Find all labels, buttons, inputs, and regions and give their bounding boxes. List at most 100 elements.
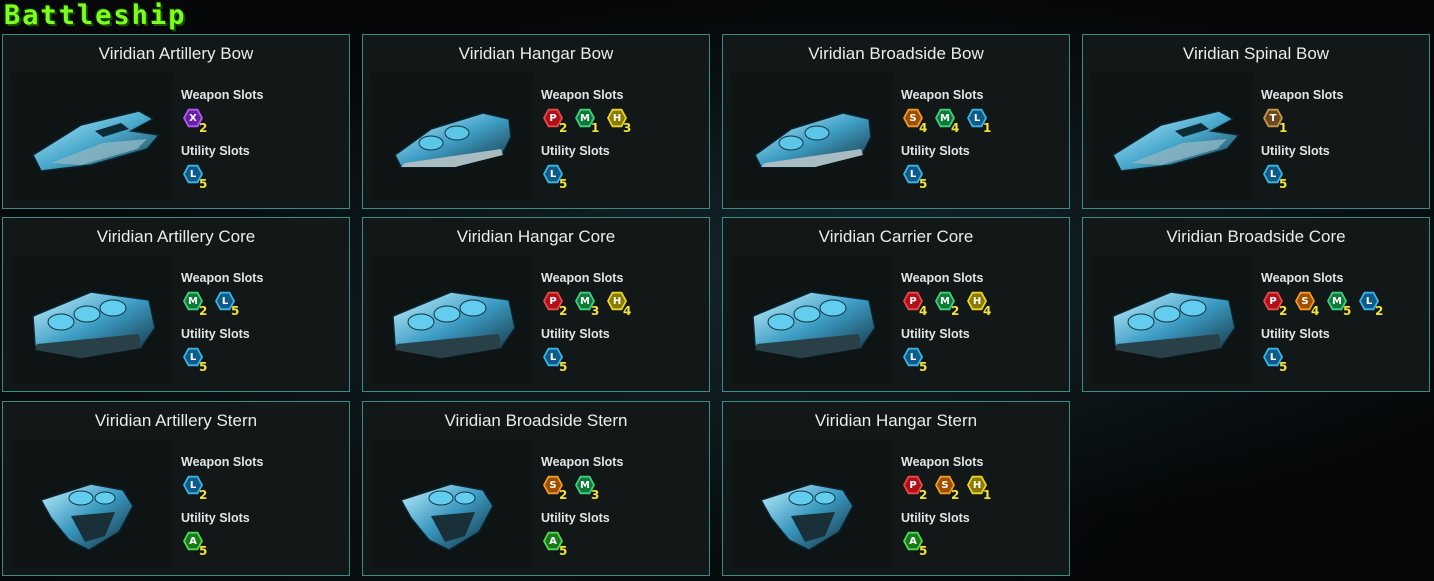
slot-count: 1 [1279,121,1288,135]
slot-h-icon: H1 [965,474,995,504]
module-card[interactable]: Viridian Artillery Bow Weapon Slots X 2 Util… [2,34,350,209]
module-name: Viridian Broadside Bow [808,44,984,63]
utility-slots-label: Utility Slots [901,511,970,525]
slot-p-icon: P2 [1261,290,1291,320]
weapon-slots-label: Weapon Slots [901,271,984,285]
slot-l-icon: L5 [181,346,211,376]
slot-m-icon: M1 [573,107,603,137]
utility-slot-row: A5 [901,526,1067,566]
slot-count: 2 [1279,304,1288,318]
ship-module-icon [1112,291,1236,359]
module-card[interactable]: Viridian Spinal Bow Weapon Slots T 1 Utility… [1082,34,1430,209]
slot-count: 5 [919,544,928,558]
slot-panel: Weapon Slots P 2 M 1 H 3 Utility Slots L 5 [541,87,707,199]
slot-s-icon: S4 [901,107,931,137]
slot-count: 5 [231,304,240,318]
utility-slot-row: A5 [541,526,707,566]
utility-slots-label: Utility Slots [541,511,610,525]
slot-l-icon: L5 [901,163,931,193]
slot-count: 5 [1279,177,1288,191]
utility-slot-row: L5 [901,159,1067,199]
module-name: Viridian Artillery Core [96,227,256,246]
utility-slots-label: Utility Slots [181,511,250,525]
slot-count: 1 [983,121,992,135]
slot-m-icon: M2 [933,290,963,320]
weapon-slot-row: P2M3H4 [541,286,707,326]
module-card[interactable]: Viridian Carrier Core Weapon Slots P 4 M 2 H 4 U… [722,217,1070,392]
module-card[interactable]: Viridian Hangar Core Weapon Slots P 2 M 3 H 4 Ut… [362,217,710,392]
module-card[interactable]: Viridian Hangar Stern Weapon Slots P 2 S 2 H 1 U… [722,401,1070,576]
module-image [371,73,533,201]
slot-panel: Weapon Slots T 1 Utility Slots L 5 [1261,87,1427,199]
slot-count: 4 [919,304,928,318]
module-name: Viridian Artillery Bow [98,44,254,63]
slot-count: 1 [591,121,600,135]
slot-l-icon: L5 [541,346,571,376]
slot-h-icon: H4 [965,290,995,320]
module-image [1091,73,1253,201]
weapon-slots-label: Weapon Slots [181,271,264,285]
slot-x-icon: X2 [181,107,211,137]
slot-m-icon: M2 [181,290,211,320]
slot-count: 2 [951,304,960,318]
utility-slots-label: Utility Slots [181,144,250,158]
module-image [371,256,533,384]
slot-m-icon: M3 [573,474,603,504]
slot-count: 3 [591,488,600,502]
module-name: Viridian Spinal Bow [1182,44,1330,63]
slot-l-icon: L2 [181,474,211,504]
slot-l-icon: L1 [965,107,995,137]
module-card[interactable]: Viridian Broadside Bow Weapon Slots S 4 M 4 L 1… [722,34,1070,209]
utility-slot-row: L5 [181,342,347,382]
module-image [1091,256,1253,384]
slot-p-icon: P4 [901,290,931,320]
weapon-slots-label: Weapon Slots [1261,88,1344,102]
slot-count: 5 [559,360,568,374]
slot-panel: Weapon Slots P 4 M 2 H 4 Utility Slots L 5 [901,270,1067,382]
slot-count: 2 [559,488,568,502]
slot-h-icon: H3 [605,107,635,137]
module-card[interactable]: Viridian Artillery Core Weapon Slots M 2 L 5 U… [2,217,350,392]
utility-slot-row: L5 [541,159,707,199]
module-card[interactable]: Viridian Broadside Core Weapon Slots P 2 S 4 M… [1082,217,1430,392]
slot-l-icon: L2 [1357,290,1387,320]
module-name: Viridian Artillery Stern [94,411,258,430]
utility-slot-row: A5 [181,526,347,566]
module-image [731,73,893,201]
weapon-slot-row: S4M4L1 [901,103,1067,143]
module-card[interactable]: Viridian Broadside Stern Weapon Slots S 2 M 3… [362,401,710,576]
weapon-slot-row: P4M2H4 [901,286,1067,326]
slot-count: 5 [1279,360,1288,374]
slot-count: 2 [951,488,960,502]
slot-s-icon: S4 [1293,290,1323,320]
weapon-slots-label: Weapon Slots [1261,271,1344,285]
utility-slot-row: L5 [1261,159,1427,199]
slot-p-icon: P2 [541,290,571,320]
slot-count: 2 [199,304,208,318]
slot-l-icon: L5 [181,163,211,193]
utility-slot-row: L5 [181,159,347,199]
module-card[interactable]: Viridian Hangar Bow Weapon Slots P 2 M 1 H 3 Uti… [362,34,710,209]
module-image [371,440,533,568]
weapon-slot-row: P2S4M5L2 [1261,286,1427,326]
slot-panel: Weapon Slots P 2 S 4 M 5 L 2 Utility Slots L 5 [1261,270,1427,382]
ship-module-icon [1112,110,1241,172]
weapon-slots-label: Weapon Slots [901,455,984,469]
slot-count: 4 [1311,304,1320,318]
slot-h-icon: H4 [605,290,635,320]
slot-s-icon: S2 [541,474,571,504]
module-card[interactable]: Viridian Artillery Stern Weapon Slots L 2 Ut… [2,401,350,576]
module-image [731,440,893,568]
module-image [11,73,173,201]
module-name: Viridian Broadside Core [1166,227,1346,246]
module-image [11,440,173,568]
slot-panel: Weapon Slots X 2 Utility Slots L 5 [181,87,347,199]
module-image [11,256,173,384]
weapon-slot-row: P2M1H3 [541,103,707,143]
utility-slots-label: Utility Slots [1261,327,1330,341]
slot-count: 2 [199,488,208,502]
module-name: Viridian Carrier Core [818,227,974,246]
utility-slots-label: Utility Slots [541,144,610,158]
weapon-slots-label: Weapon Slots [901,88,984,102]
slot-count: 4 [919,121,928,135]
